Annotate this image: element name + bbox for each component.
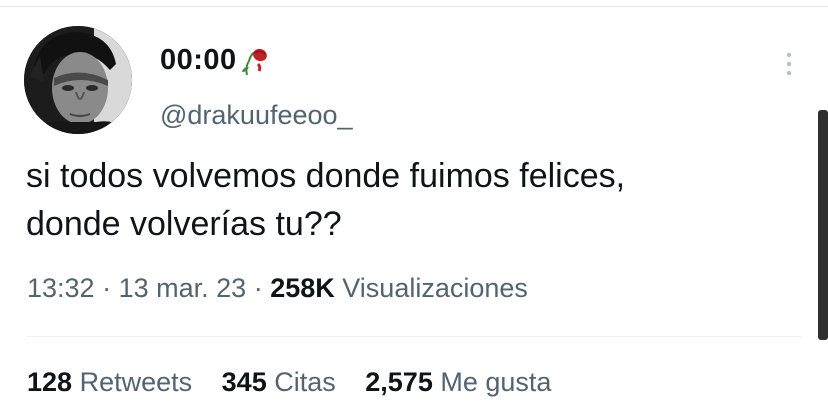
meta-separator: · [253, 273, 263, 303]
likes-count: 2,575 [365, 367, 433, 397]
tweet-stats: 128 Retweets 345 Citas 2,575 Me gusta [27, 367, 573, 398]
author-handle[interactable]: @drakuufeeoo_ [160, 100, 353, 131]
retweets-stat[interactable]: 128 Retweets [27, 367, 192, 398]
author-display-name[interactable]: 00:00 [160, 44, 269, 77]
tweet-text-line-1: si todos volvemos donde fuimos felices, [26, 157, 626, 195]
views-label: Visualizaciones [342, 273, 528, 303]
top-divider [0, 6, 828, 7]
tweet-text: si todos volvemos donde fuimos felices, … [26, 152, 796, 248]
likes-label: Me gusta [440, 367, 552, 397]
avatar-image [24, 26, 132, 134]
avatar[interactable] [24, 26, 132, 134]
tweet-date[interactable]: 13 mar. 23 [119, 273, 247, 303]
tweet-time[interactable]: 13:32 [27, 273, 95, 303]
stats-divider [26, 336, 802, 337]
quotes-count: 345 [221, 367, 267, 397]
views-count: 258K [270, 273, 335, 303]
retweets-label: Retweets [79, 367, 193, 397]
meta-separator: · [102, 273, 112, 303]
tweet-meta: 13:32 · 13 mar. 23 · 258K Visualizacione… [27, 273, 528, 304]
wilted-rose-icon [239, 45, 269, 77]
display-name-text: 00:00 [160, 44, 237, 76]
quotes-stat[interactable]: 345 Citas [222, 367, 336, 398]
quotes-label: Citas [274, 367, 336, 397]
tweet-text-line-2: donde volverías tu?? [26, 205, 342, 243]
more-options-icon[interactable] [780, 48, 798, 80]
scrollbar[interactable] [818, 110, 828, 340]
retweets-count: 128 [27, 367, 73, 397]
likes-stat[interactable]: 2,575 Me gusta [365, 367, 551, 398]
